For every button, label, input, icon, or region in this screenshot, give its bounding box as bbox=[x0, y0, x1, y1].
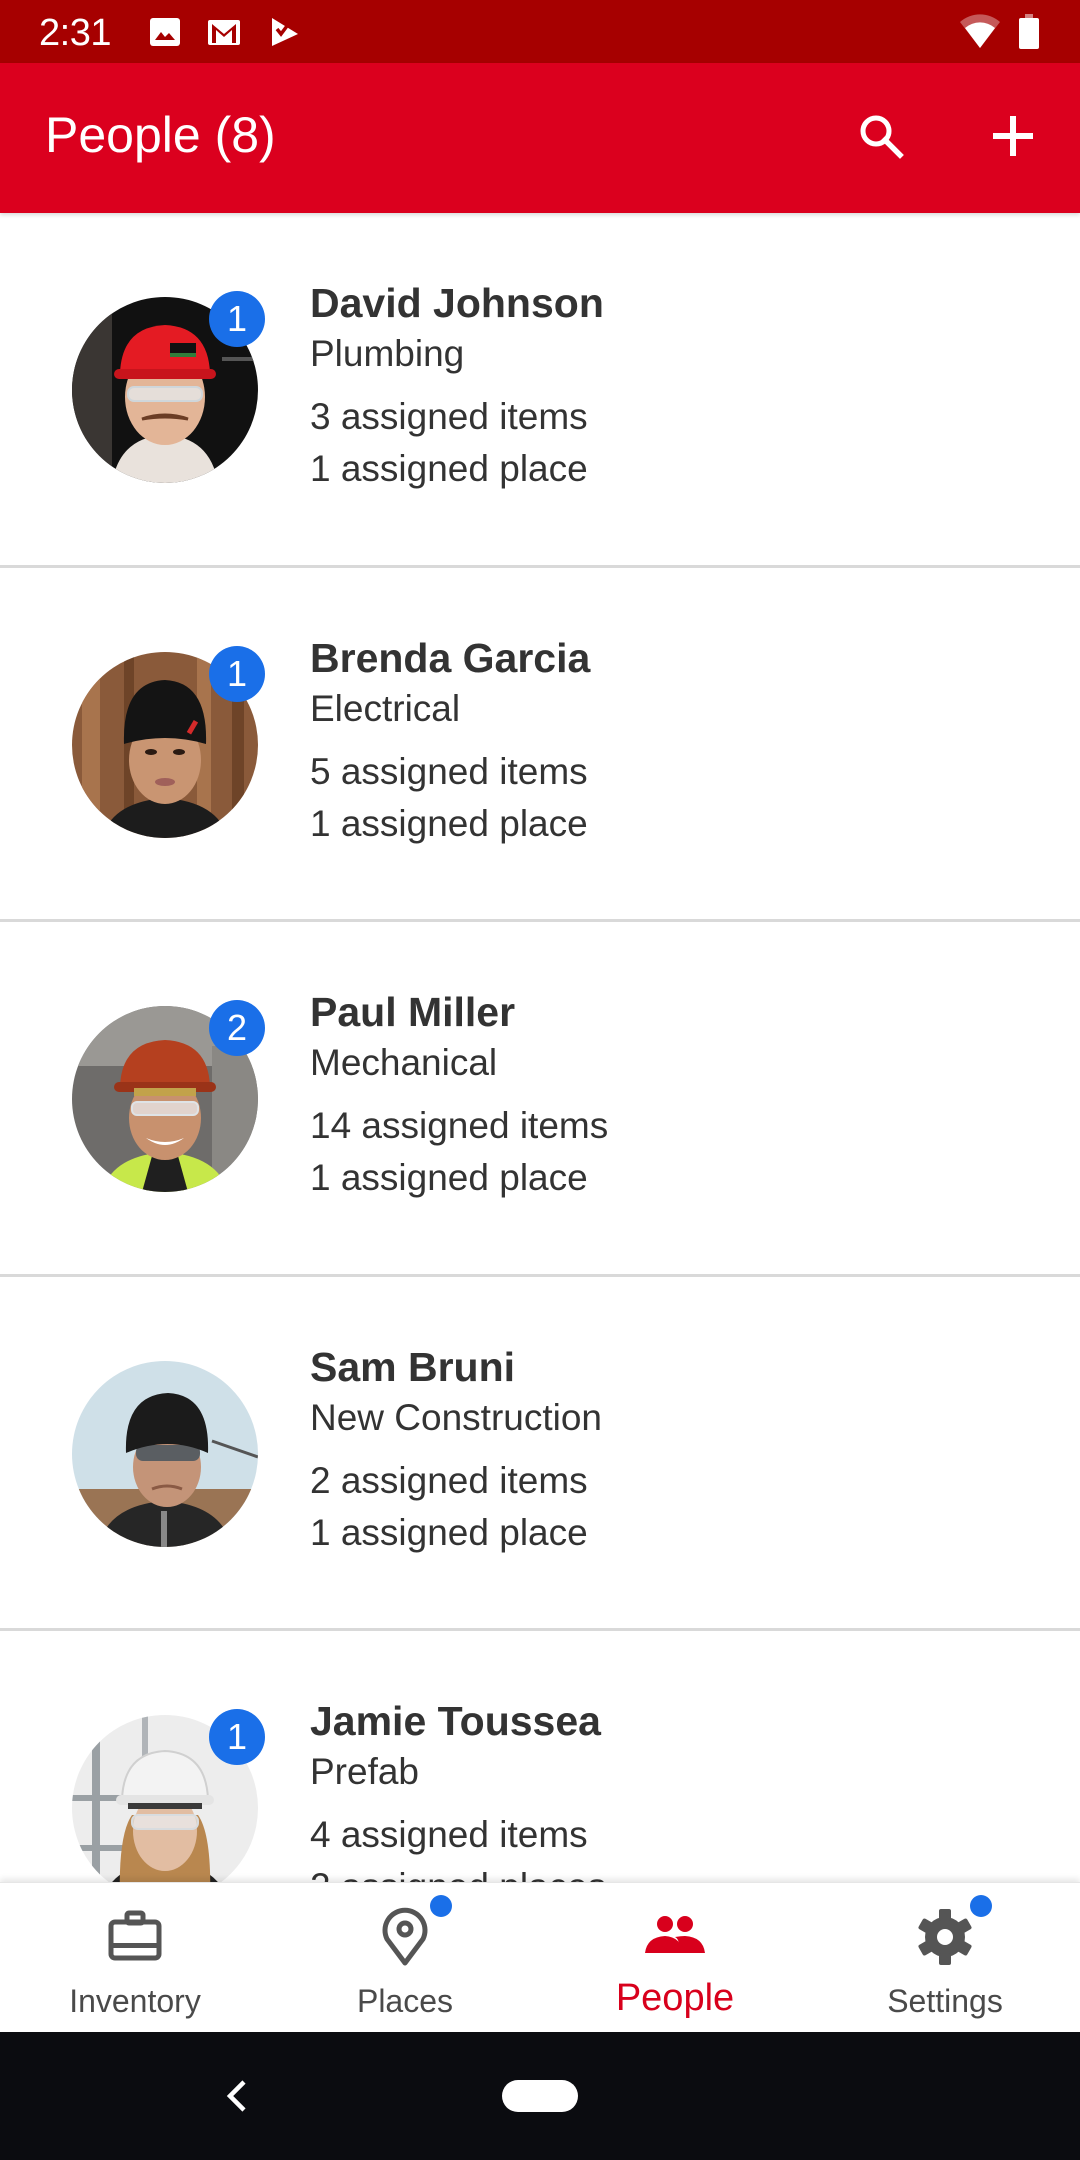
tab-settings[interactable]: Settings bbox=[810, 1883, 1080, 2033]
avatar-container: 1 bbox=[72, 1709, 265, 1882]
person-name: Jamie Toussea bbox=[310, 1698, 601, 1744]
people-list[interactable]: 1 David Johnson Plumbing 3 assigned item… bbox=[0, 213, 1080, 1882]
assigned-items-count: 5 assigned items bbox=[310, 750, 588, 792]
assigned-items-count: 3 assigned items bbox=[310, 396, 588, 437]
bottom-navigation: Inventory Places People Settings bbox=[0, 1882, 1080, 2032]
tab-label: Settings bbox=[887, 1983, 1003, 2019]
assigned-items-count: 14 assigned items bbox=[310, 1105, 609, 1146]
home-pill-button[interactable] bbox=[502, 2080, 578, 2112]
wifi-icon bbox=[958, 12, 1002, 53]
notification-badge: 1 bbox=[209, 291, 265, 347]
notification-badge: 1 bbox=[209, 645, 265, 702]
toolbox-icon bbox=[105, 1907, 165, 1967]
assigned-places-count: 1 assigned place bbox=[310, 448, 588, 489]
tab-label: People bbox=[615, 1977, 735, 2019]
avatar-container bbox=[72, 1360, 258, 1547]
system-navigation-bar bbox=[0, 2032, 1080, 2160]
tab-label: Places bbox=[356, 1983, 454, 2019]
assigned-places-count: 2 assigned places bbox=[310, 1862, 606, 1882]
person-row[interactable]: 1 Jamie Toussea Prefab 4 assigned items … bbox=[0, 1631, 1080, 1882]
page-title: People (8) bbox=[45, 107, 276, 163]
person-info: Paul Miller Mechanical 14 assigned items… bbox=[310, 986, 608, 1205]
plus-icon bbox=[991, 114, 1035, 163]
notification-dot bbox=[430, 1895, 452, 1917]
person-row[interactable]: Sam Bruni New Construction 2 assigned it… bbox=[0, 1277, 1080, 1631]
assigned-items-count: 2 assigned items bbox=[310, 1459, 588, 1501]
person-name: Sam Bruni bbox=[310, 1343, 516, 1390]
add-person-button[interactable] bbox=[973, 98, 1053, 178]
person-name: Paul Miller bbox=[310, 989, 516, 1035]
tab-inventory[interactable]: Inventory bbox=[0, 1883, 270, 2033]
people-icon bbox=[645, 1907, 705, 1967]
tab-label: Inventory bbox=[69, 1983, 201, 2019]
notification-badge: 1 bbox=[209, 1709, 265, 1765]
avatar-container: 1 bbox=[72, 291, 265, 483]
assigned-places-count: 1 assigned place bbox=[310, 802, 588, 844]
person-info: David Johnson Plumbing 3 assigned items … bbox=[310, 277, 604, 496]
person-info: Sam Bruni New Construction 2 assigned it… bbox=[310, 1341, 602, 1560]
location-pin-icon bbox=[375, 1907, 435, 1967]
tab-people[interactable]: People bbox=[540, 1883, 810, 2033]
person-row[interactable]: 1 David Johnson Plumbing 3 assigned item… bbox=[0, 213, 1080, 568]
battery-icon bbox=[1018, 14, 1040, 55]
person-name: Brenda Garcia bbox=[310, 634, 591, 681]
person-department: New Construction bbox=[310, 1396, 603, 1438]
avatar-container: 1 bbox=[72, 645, 265, 838]
person-row[interactable]: 1 Brenda Garcia Electrical 5 assigned it… bbox=[0, 568, 1080, 922]
search-icon bbox=[856, 111, 906, 166]
person-department: Prefab bbox=[310, 1751, 420, 1792]
assigned-items-count: 4 assigned items bbox=[310, 1814, 588, 1855]
status-time: 2:31 bbox=[39, 12, 111, 54]
tab-places[interactable]: Places bbox=[270, 1883, 540, 2033]
avatar bbox=[72, 1360, 258, 1547]
image-icon bbox=[148, 16, 182, 48]
search-button[interactable] bbox=[841, 98, 921, 178]
person-name: David Johnson bbox=[310, 280, 604, 326]
tasks-icon bbox=[268, 16, 302, 48]
person-info: Brenda Garcia Electrical 5 assigned item… bbox=[310, 632, 590, 851]
app-bar: People (8) bbox=[0, 63, 1080, 213]
person-department: Mechanical bbox=[310, 1042, 498, 1083]
gear-icon bbox=[915, 1907, 975, 1967]
avatar-container: 2 bbox=[72, 1000, 265, 1192]
person-department: Electrical bbox=[310, 687, 461, 729]
person-info: Jamie Toussea Prefab 4 assigned items 2 … bbox=[310, 1695, 606, 1882]
person-row[interactable]: 2 Paul Miller Mechanical 14 assigned ite… bbox=[0, 922, 1080, 1277]
notification-dot bbox=[970, 1895, 992, 1917]
notification-badge: 2 bbox=[209, 1000, 265, 1056]
assigned-places-count: 1 assigned place bbox=[310, 1157, 588, 1198]
person-department: Plumbing bbox=[310, 333, 465, 374]
back-icon[interactable] bbox=[218, 2076, 258, 2116]
status-bar: 2:31 bbox=[0, 0, 1080, 63]
assigned-places-count: 1 assigned place bbox=[310, 1511, 588, 1553]
gmail-icon bbox=[207, 16, 241, 48]
